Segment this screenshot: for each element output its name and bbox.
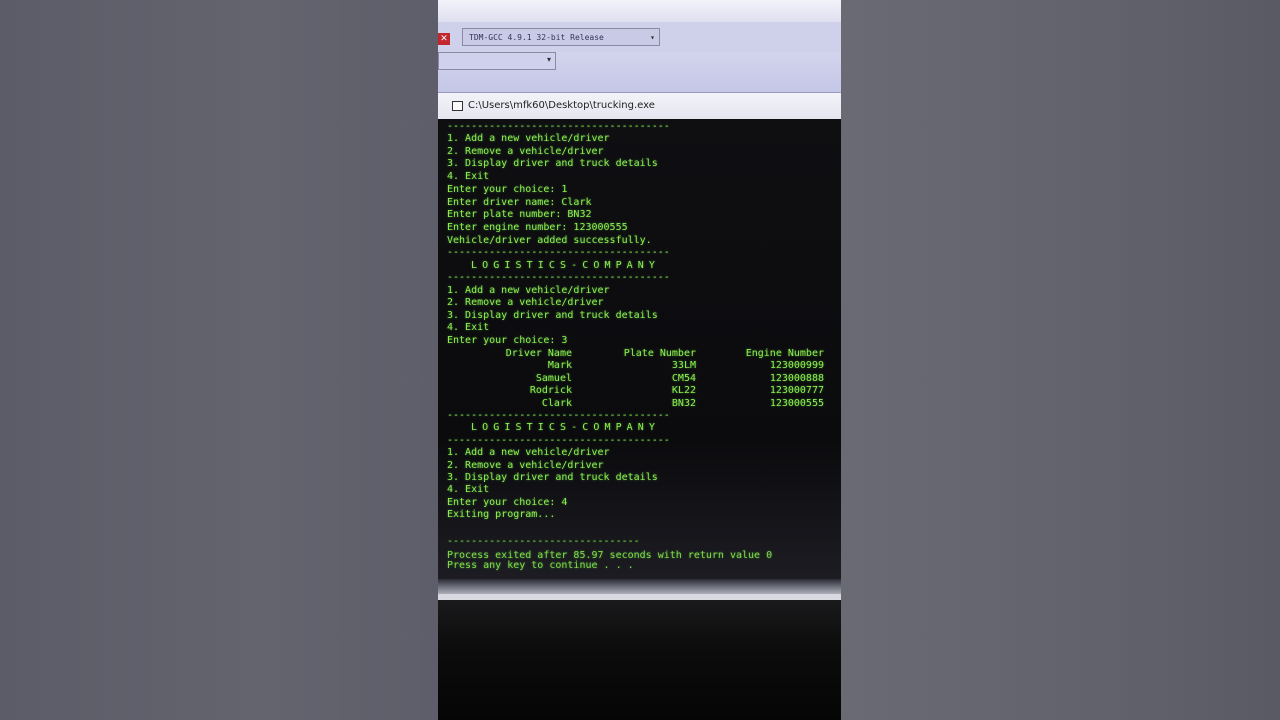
company-title: LOGISTICS-COMPANY	[471, 422, 661, 433]
console-line: Enter your choice: 3	[447, 335, 568, 346]
console-line: -------------------------------------	[447, 121, 670, 132]
console-output[interactable]: ------------------------------------- 1.…	[438, 119, 841, 579]
table-cell-plate: 33LM	[671, 360, 696, 371]
console-line: -------------------------------------	[447, 272, 670, 283]
compiler-select-value: TDM-GCC 4.9.1 32-bit Release	[469, 33, 604, 42]
monitor-bezel	[438, 600, 841, 720]
table-cell-plate: CM54	[671, 373, 696, 384]
stop-icon[interactable]: ✕	[438, 33, 450, 45]
console-line: Enter driver name: Clark	[447, 197, 592, 208]
continue-prompt: Press any key to continue . . .	[447, 560, 634, 571]
console-line: 1. Add a new vehicle/driver	[447, 133, 610, 144]
table-cell-plate: KL22	[671, 385, 696, 396]
console-separator: --------------------------------	[447, 536, 640, 547]
console-app-icon	[452, 101, 463, 111]
console-line: Enter plate number: BN32	[447, 209, 592, 220]
console-line: Enter engine number: 123000555	[447, 222, 628, 233]
console-line: -------------------------------------	[447, 435, 670, 446]
console-title: C:\Users\mfk60\Desktop\trucking.exe	[468, 100, 655, 111]
console-line: Exiting program...	[447, 509, 556, 520]
table-header-plate: Plate Number	[623, 348, 696, 359]
background-left	[0, 0, 438, 720]
scope-select[interactable]: ▾	[438, 52, 556, 70]
table-cell-engine: 123000777	[769, 385, 824, 396]
console-titlebar[interactable]: C:\Users\mfk60\Desktop\trucking.exe	[438, 93, 841, 119]
table-header-driver: Driver Name	[505, 348, 572, 359]
console-line: 1. Add a new vehicle/driver	[447, 285, 610, 296]
console-line: 4. Exit	[447, 171, 490, 182]
console-line: Vehicle/driver added successfully.	[447, 235, 652, 246]
table-cell-engine: 123000888	[769, 373, 824, 384]
table-cell-engine: 123000999	[769, 360, 824, 371]
console-line: 3. Display driver and truck details	[447, 472, 658, 483]
company-title: LOGISTICS-COMPANY	[471, 260, 661, 271]
console-line: Enter your choice: 4	[447, 497, 568, 508]
ide-toolbar-area: ✕ TDM-GCC 4.9.1 32-bit Release ▾ ▾	[438, 0, 841, 100]
table-cell-engine: 123000555	[769, 398, 824, 409]
console-line: 2. Remove a vehicle/driver	[447, 297, 604, 308]
table-cell-driver: Clark	[541, 398, 572, 409]
table-header-engine: Engine Number	[745, 348, 824, 359]
table-cell-driver: Rodrick	[529, 385, 572, 396]
table-cell-driver: Samuel	[535, 373, 572, 384]
compiler-select[interactable]: TDM-GCC 4.9.1 32-bit Release ▾	[462, 28, 660, 46]
console-line: -------------------------------------	[447, 247, 670, 258]
table-cell-driver: Mark	[547, 360, 572, 371]
console-line: 1. Add a new vehicle/driver	[447, 447, 610, 458]
console-line: 2. Remove a vehicle/driver	[447, 146, 604, 157]
console-line: 3. Display driver and truck details	[447, 310, 658, 321]
console-window[interactable]: C:\Users\mfk60\Desktop\trucking.exe ----…	[438, 92, 841, 601]
console-line: 2. Remove a vehicle/driver	[447, 460, 604, 471]
chevron-down-icon: ▾	[650, 33, 655, 42]
console-line: Enter your choice: 1	[447, 184, 568, 195]
background-right	[841, 0, 1280, 720]
console-line: 4. Exit	[447, 484, 490, 495]
table-cell-plate: BN32	[671, 398, 696, 409]
chevron-down-icon: ▾	[546, 55, 551, 64]
console-line: 4. Exit	[447, 322, 490, 333]
monitor-photo: ✕ TDM-GCC 4.9.1 32-bit Release ▾ ▾ ou um…	[438, 0, 841, 720]
console-line: -------------------------------------	[447, 410, 670, 421]
console-line: 3. Display driver and truck details	[447, 158, 658, 169]
